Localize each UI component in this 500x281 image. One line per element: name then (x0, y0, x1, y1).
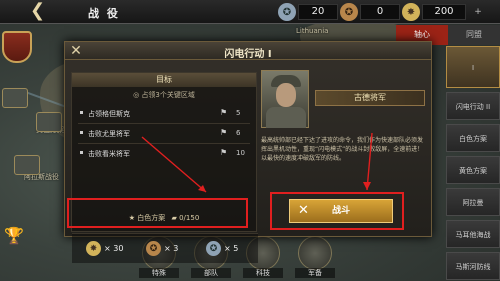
objectives-subtitle-text: 占领3个关键区域 (141, 91, 195, 99)
faction-emblem[interactable] (2, 31, 32, 63)
general-name: 古德将军 (315, 90, 425, 106)
resource-gold: ✸ 200 + (402, 3, 500, 21)
objective-count: 6 (236, 129, 241, 137)
general-portrait (261, 70, 309, 128)
list-item[interactable]: 黄色方案 (446, 156, 500, 184)
dock-label: 军备 (295, 268, 335, 278)
map-label-lithuania: Lithuania (296, 27, 329, 35)
list-item[interactable]: 马斯河防线 (446, 252, 500, 280)
target-icon: ◎ (133, 91, 140, 99)
silver-medal-icon: ✪ (278, 3, 296, 21)
dock-label: 特殊 (139, 268, 179, 278)
reward-qty: × 30 (104, 244, 124, 253)
list-item[interactable]: 阿拉曼 (446, 188, 500, 216)
bronze-medal-icon: ✪ (146, 241, 161, 256)
resource-value: 200 (422, 4, 466, 20)
flag-icon: ⚑ (220, 148, 228, 157)
crossed-swords-icon: ✕ (298, 203, 309, 218)
silver-medal-icon: ✪ (206, 241, 221, 256)
divider (78, 123, 250, 124)
gold-star-medal-icon: ✸ (86, 241, 101, 256)
objectives-subtitle: ◎ 占领3个关键区域 (72, 90, 256, 100)
objective-count: 5 (236, 109, 241, 117)
objective-text: 占领格但斯克 (88, 110, 130, 118)
gold-star-medal-icon: ✸ (402, 3, 420, 21)
bullet-icon (80, 111, 83, 114)
map-marker[interactable] (14, 155, 40, 175)
flag-icon: ⚑ (220, 108, 228, 117)
dialog-header: ✕ 闪电行动 I (65, 42, 431, 60)
objectives-header: 目标 (72, 73, 256, 87)
trophy-icon[interactable]: 🏆 (3, 226, 25, 248)
objective-row: 击败看米将军 ⚑ 10 (80, 147, 250, 161)
objective-row: 占领格但斯克 ⚑ 5 (80, 107, 250, 121)
rewards-highlight (67, 198, 248, 228)
rewards-row: ✸ × 30 ✪ × 3 ✪ × 5 (72, 233, 258, 263)
page-title: 战 役 (88, 7, 120, 20)
tab-allies[interactable]: 同盟 (448, 25, 500, 45)
flag-icon: ⚑ (220, 128, 228, 137)
list-item[interactable]: 马耳他海战 (446, 220, 500, 248)
objective-text: 击败看米将军 (88, 150, 130, 158)
divider (78, 143, 250, 144)
objective-count: 10 (236, 149, 245, 157)
fight-label: 战斗 (331, 206, 350, 216)
list-item[interactable]: 白色方案 (446, 124, 500, 152)
mission-description: 最高统帅部已经下达了进攻的命令，我们作为快速部队必须发挥出黑机动性，重现“闪电模… (261, 137, 424, 162)
resource-value: 20 (298, 4, 338, 20)
add-icon[interactable]: + (472, 6, 484, 18)
fight-button[interactable]: ✕ 战斗 (289, 199, 393, 223)
resource-value: 0 (360, 4, 400, 20)
bullet-icon (80, 151, 83, 154)
back-arrow-icon[interactable]: ❮ (30, 2, 50, 22)
general-card: 古德将军 (261, 70, 429, 128)
dock-label: 科技 (243, 268, 283, 278)
bullet-icon (80, 131, 83, 134)
list-item[interactable]: 闪电行动 II (446, 92, 500, 120)
top-bar: ❮ 战 役 ✪ 20 ✪ 0 ✸ 200 + (0, 0, 500, 24)
dock-label: 部队 (191, 268, 231, 278)
list-item[interactable]: I (446, 46, 500, 88)
objective-text: 击败尤里将军 (88, 130, 130, 138)
objective-row: 击败尤里将军 ⚑ 6 (80, 127, 250, 141)
bronze-medal-icon: ✪ (340, 3, 358, 21)
map-marker[interactable] (36, 112, 62, 132)
dialog-title: 闪电行动 I (224, 49, 272, 60)
armament-button[interactable] (298, 236, 332, 270)
reward-qty: × 3 (164, 244, 179, 253)
map-marker[interactable] (2, 88, 28, 108)
reward-qty: × 5 (224, 244, 239, 253)
